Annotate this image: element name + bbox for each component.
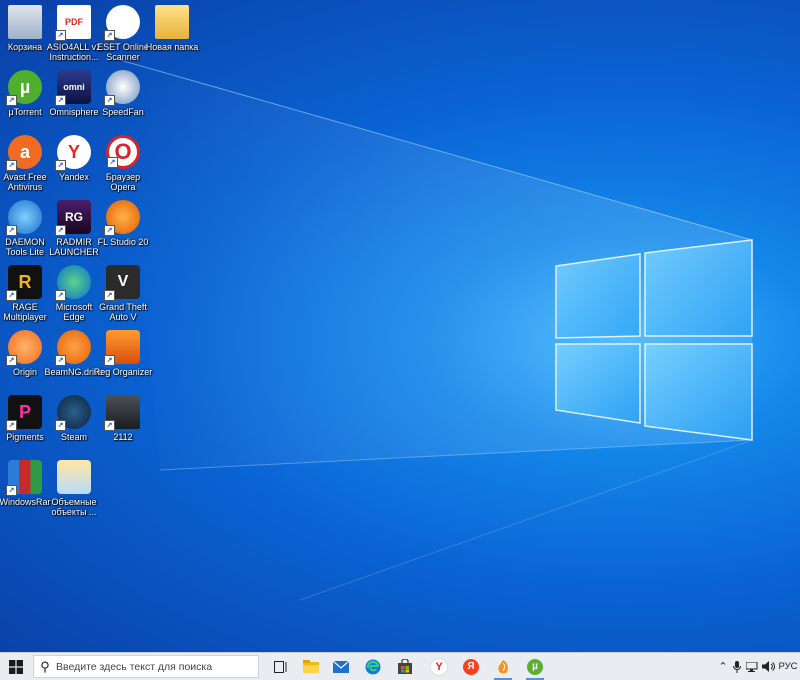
shortcut-arrow-icon: ↗: [107, 157, 118, 168]
eset-icon: ↗: [104, 5, 140, 41]
yandex-button[interactable]: Я: [456, 653, 486, 680]
avast-icon: a ↗: [6, 135, 42, 171]
mail-button[interactable]: [326, 653, 356, 680]
microphone-button[interactable]: [731, 653, 743, 680]
utorrent-icon: µ: [527, 658, 543, 675]
shortcut-arrow-icon: ↗: [6, 290, 17, 301]
shortcut-arrow-icon: ↗: [55, 30, 66, 41]
volume-button[interactable]: [761, 653, 775, 680]
shortcut-arrow-icon: ↗: [104, 290, 115, 301]
network-icon: [745, 661, 757, 672]
image-file-icon: ↗: [104, 395, 140, 431]
beamng-icon: ↗: [55, 330, 91, 366]
edge-icon: ↗: [55, 265, 91, 301]
desktop-icon-label: FL Studio 20: [97, 237, 149, 247]
fl-studio-icon: ↗: [104, 200, 140, 236]
shortcut-arrow-icon: ↗: [55, 420, 66, 431]
taskbar-search[interactable]: ⚲ Введите здесь текст для поиска: [33, 655, 259, 678]
edge-button[interactable]: [358, 653, 388, 680]
chevron-up-icon: ⌃: [718, 661, 728, 673]
yandex-icon: Я: [463, 658, 479, 675]
folder-icon: [155, 5, 189, 39]
shortcut-arrow-icon: ↗: [6, 160, 17, 171]
search-icon: ⚲: [40, 658, 50, 674]
desktop-icon-label: Новая папка: [145, 42, 199, 52]
search-placeholder: Введите здесь текст для поиска: [56, 660, 213, 673]
desktop-icon-label: SpeedFan: [102, 107, 144, 117]
tray-overflow-button[interactable]: ⌃: [716, 653, 730, 680]
language-indicator[interactable]: РУС: [777, 653, 799, 680]
daemon-tools-icon: ↗: [6, 200, 42, 236]
file-explorer-button[interactable]: [296, 653, 326, 680]
winrar-icon: ↗: [6, 460, 42, 496]
shortcut-arrow-icon: ↗: [6, 355, 17, 366]
fl-studio-button[interactable]: [488, 653, 518, 680]
windows-start-icon: [9, 659, 23, 674]
shortcut-arrow-icon: ↗: [55, 160, 66, 171]
speedfan-icon: ↗: [104, 70, 140, 106]
utorrent-button[interactable]: µ: [520, 653, 550, 680]
origin-icon: ↗: [6, 330, 42, 366]
yandex-browser-icon: Y ↗: [55, 135, 91, 171]
shortcut-arrow-icon: ↗: [104, 95, 115, 106]
shortcut-arrow-icon: ↗: [104, 355, 115, 366]
speaker-icon: [761, 661, 775, 672]
desktop-icon-label: Reg Organizer: [93, 367, 153, 377]
start-button[interactable]: [0, 653, 32, 680]
shortcut-arrow-icon: ↗: [6, 225, 17, 236]
pigments-icon: P ↗: [6, 395, 42, 431]
shortcut-arrow-icon: ↗: [6, 485, 17, 496]
desktop-icon-label: Браузер Opera: [105, 172, 141, 192]
store-icon: [398, 659, 412, 674]
desktop-icon[interactable]: ↗ FL Studio 20: [93, 200, 153, 247]
shortcut-arrow-icon: ↗: [6, 420, 17, 431]
pdf-icon: PDF ↗: [55, 5, 91, 41]
network-button[interactable]: [745, 653, 759, 680]
language-label: РУС: [778, 661, 798, 672]
desktop-icon-label: Объемные объекты ...: [51, 497, 97, 517]
desktop-icon[interactable]: ↗ 2112: [93, 395, 153, 442]
shortcut-arrow-icon: ↗: [104, 420, 115, 431]
omnisphere-icon: omni ↗: [55, 70, 91, 106]
desktop-icon[interactable]: Объемные объекты ...: [44, 460, 104, 517]
desktop-icon-label: Grand Theft Auto V: [99, 302, 147, 322]
file-explorer-icon: [303, 660, 319, 673]
desktop[interactable]: Корзина PDF ↗ ASIO4ALL v2 Instruction... ↗ ES…: [0, 0, 800, 652]
radmir-icon: RG ↗: [55, 200, 91, 236]
edge-icon: [365, 659, 381, 674]
steam-icon: ↗: [55, 395, 91, 431]
desktop-icon[interactable]: ↗ SpeedFan: [93, 70, 153, 117]
yandex-browser-icon: Y: [430, 657, 448, 676]
reg-organizer-icon: ↗: [104, 330, 140, 366]
shortcut-arrow-icon: ↗: [55, 95, 66, 106]
shortcut-arrow-icon: ↗: [6, 95, 17, 106]
3d-objects-icon: [57, 460, 91, 494]
mail-icon: [333, 660, 349, 673]
desktop-icon-label: 2112: [113, 432, 133, 442]
task-view-icon: [274, 660, 287, 673]
utorrent-icon: µ ↗: [6, 70, 42, 106]
desktop-icon[interactable]: O ↗ Браузер Opera: [93, 135, 153, 192]
opera-icon: O ↗: [106, 135, 140, 169]
shortcut-arrow-icon: ↗: [55, 290, 66, 301]
store-button[interactable]: [390, 653, 420, 680]
taskbar: ⚲ Введите здесь текст для поиска Y Я µ ⌃…: [0, 652, 800, 680]
shortcut-arrow-icon: ↗: [104, 225, 115, 236]
yandex-browser-button[interactable]: Y: [424, 653, 454, 680]
shortcut-arrow-icon: ↗: [104, 30, 115, 41]
desktop-icon[interactable]: Новая папка: [142, 5, 202, 52]
rage-icon: R ↗: [6, 265, 42, 301]
task-view-button[interactable]: [266, 653, 296, 680]
gta-icon: V ↗: [104, 265, 140, 301]
microphone-icon: [733, 660, 741, 673]
shortcut-arrow-icon: ↗: [55, 355, 66, 366]
desktop-icon[interactable]: V ↗ Grand Theft Auto V: [93, 265, 153, 322]
fl-studio-icon: [498, 659, 508, 673]
shortcut-arrow-icon: ↗: [55, 225, 66, 236]
recycle-bin-icon: [8, 5, 42, 39]
desktop-icon[interactable]: ↗ Reg Organizer: [93, 330, 153, 377]
